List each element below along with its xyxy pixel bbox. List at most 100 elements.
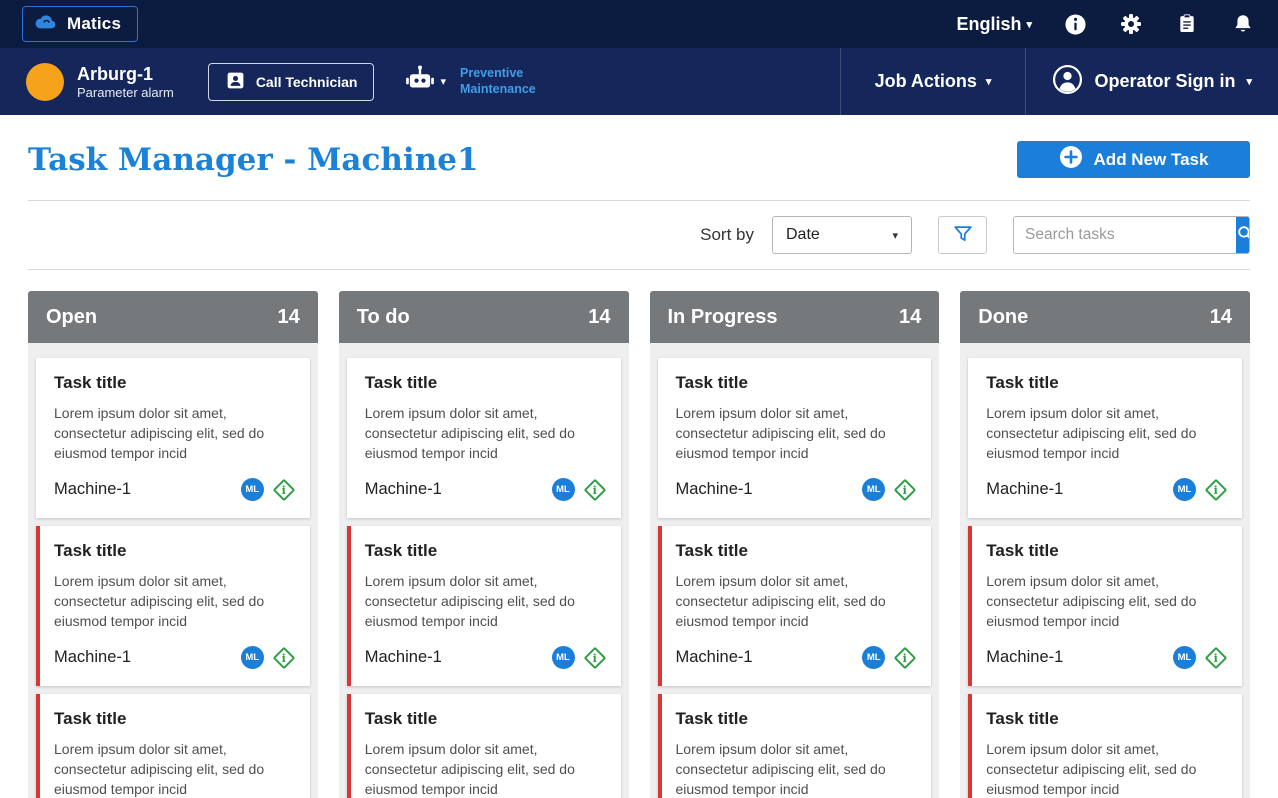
sort-by-label: Sort by: [700, 225, 754, 244]
clipboard-icon[interactable]: [1174, 11, 1200, 37]
task-card[interactable]: Task title Lorem ipsum dolor sit amet, c…: [346, 526, 621, 687]
column-title: In Progress: [667, 305, 778, 328]
job-actions-label: Job Actions: [874, 71, 977, 91]
task-description: Lorem ipsum dolor sit amet, consectetur …: [364, 573, 575, 630]
machine-avatar: [26, 62, 64, 101]
column-todo: To do 14 Task title Lorem ipsum dolor si…: [338, 291, 629, 798]
task-card[interactable]: Task title Lorem ipsum dolor sit amet, c…: [968, 694, 1242, 798]
operator-sign-in-label: Operator Sign in: [1094, 71, 1236, 91]
funnel-icon: [952, 223, 974, 248]
task-machine-label: Machine-1: [986, 480, 1064, 499]
gear-icon[interactable]: [1118, 11, 1144, 37]
task-card[interactable]: Task title Lorem ipsum dolor sit amet, c…: [346, 358, 621, 519]
task-badges: ML i: [1173, 478, 1228, 502]
task-card[interactable]: Task title Lorem ipsum dolor sit amet, c…: [968, 526, 1242, 687]
task-title: Task title: [364, 709, 438, 729]
machine-bar: Arburg-1 Parameter alarm Call Technician…: [0, 48, 1278, 115]
search-button[interactable]: [1236, 217, 1249, 253]
chevron-down-icon: ▾: [892, 229, 898, 242]
column-body: Task title Lorem ipsum dolor sit amet, c…: [960, 343, 1250, 798]
preventive-maintenance-control[interactable]: ▾ Preventive Maintenance: [404, 48, 552, 115]
task-machine-label: Machine-1: [986, 648, 1064, 667]
task-card[interactable]: Task title Lorem ipsum dolor sit amet, c…: [657, 694, 932, 798]
sort-select[interactable]: Date ▾: [772, 216, 912, 254]
cloud-icon: [33, 13, 59, 36]
task-description: Lorem ipsum dolor sit amet, consectetur …: [986, 741, 1197, 798]
task-title: Task title: [364, 373, 438, 392]
logo[interactable]: Matics: [22, 6, 139, 42]
info-diamond-icon: i: [272, 646, 296, 669]
column-header: Done 14: [960, 291, 1250, 343]
task-description: Lorem ipsum dolor sit amet, consectetur …: [54, 405, 265, 462]
call-technician-label: Call Technician: [255, 73, 358, 90]
task-footer: Machine-1 ML i: [676, 646, 920, 670]
ml-badge: ML: [862, 646, 886, 670]
operator-icon: [1052, 64, 1083, 100]
column-title: Open: [46, 305, 98, 328]
task-title: Task title: [675, 709, 748, 729]
task-footer: Machine-1 ML i: [986, 478, 1230, 502]
kanban-board: Open 14 Task title Lorem ipsum dolor sit…: [28, 270, 1250, 798]
column-header: To do 14: [338, 291, 629, 343]
task-badges: ML i: [862, 646, 917, 670]
search-input[interactable]: [1014, 217, 1236, 253]
language-selector[interactable]: English ▾: [956, 14, 1032, 35]
add-new-task-button[interactable]: Add New Task: [1017, 141, 1250, 178]
column-in-progress: In Progress 14 Task title Lorem ipsum do…: [649, 291, 940, 798]
page-title: Task Manager - Machine1: [28, 141, 479, 178]
language-label: English: [956, 13, 1022, 34]
info-diamond-icon: i: [583, 646, 606, 669]
ml-badge: ML: [551, 646, 575, 670]
task-footer: Machine-1 ML i: [365, 646, 609, 670]
task-badges: ML i: [240, 478, 296, 502]
ml-badge: ML: [1173, 646, 1196, 670]
info-diamond-icon: i: [893, 478, 917, 501]
filter-button[interactable]: [938, 216, 987, 254]
task-badges: ML i: [551, 646, 607, 670]
search-box: [1013, 216, 1250, 254]
operator-sign-in[interactable]: Operator Sign in ▾: [1025, 48, 1278, 115]
task-footer: Machine-1 ML i: [365, 478, 609, 502]
search-icon: [1236, 224, 1249, 246]
job-actions-menu[interactable]: Job Actions ▾: [839, 48, 1026, 115]
task-card[interactable]: Task title Lorem ipsum dolor sit amet, c…: [346, 694, 621, 798]
ml-badge: ML: [240, 478, 264, 502]
bell-icon[interactable]: [1230, 11, 1256, 37]
task-title: Task title: [54, 373, 127, 392]
machine-status: Parameter alarm: [77, 85, 174, 101]
top-bar: Matics English ▾: [0, 0, 1278, 48]
task-card[interactable]: Task title Lorem ipsum dolor sit amet, c…: [657, 358, 932, 519]
sort-select-value: Date: [786, 226, 820, 243]
column-count: 14: [277, 305, 300, 328]
task-card[interactable]: Task title Lorem ipsum dolor sit amet, c…: [968, 358, 1242, 519]
task-machine-label: Machine-1: [54, 648, 132, 667]
info-diamond-icon: i: [272, 478, 296, 501]
info-diamond-icon: i: [1204, 646, 1228, 669]
task-card[interactable]: Task title Lorem ipsum dolor sit amet, c…: [36, 526, 310, 687]
call-technician-button[interactable]: Call Technician: [207, 62, 375, 101]
task-description: Lorem ipsum dolor sit amet, consectetur …: [986, 405, 1197, 462]
add-new-task-label: Add New Task: [1093, 149, 1209, 169]
column-body: Task title Lorem ipsum dolor sit amet, c…: [338, 343, 629, 798]
task-description: Lorem ipsum dolor sit amet, consectetur …: [54, 741, 265, 798]
column-header: In Progress 14: [649, 291, 940, 343]
task-card[interactable]: Task title Lorem ipsum dolor sit amet, c…: [36, 358, 310, 519]
task-description: Lorem ipsum dolor sit amet, consectetur …: [54, 573, 265, 630]
task-card[interactable]: Task title Lorem ipsum dolor sit amet, c…: [36, 694, 310, 798]
logo-text: Matics: [67, 14, 122, 33]
main-content: Task Manager - Machine1 Add New Task Sor…: [0, 115, 1278, 798]
task-description: Lorem ipsum dolor sit amet, consectetur …: [986, 573, 1197, 630]
machine-name: Arburg-1: [77, 63, 153, 84]
info-icon[interactable]: [1062, 11, 1088, 37]
task-description: Lorem ipsum dolor sit amet, consectetur …: [364, 405, 575, 462]
task-badges: ML i: [240, 646, 296, 670]
info-diamond-icon: i: [1204, 478, 1228, 501]
task-footer: Machine-1 ML i: [986, 646, 1230, 670]
column-count: 14: [899, 305, 922, 328]
task-footer: Machine-1 ML i: [54, 646, 298, 670]
task-badges: ML i: [551, 478, 607, 502]
task-badges: ML i: [1173, 646, 1228, 670]
task-machine-label: Machine-1: [675, 480, 753, 499]
task-card[interactable]: Task title Lorem ipsum dolor sit amet, c…: [657, 526, 932, 687]
machine-info: Arburg-1 Parameter alarm: [77, 63, 174, 101]
